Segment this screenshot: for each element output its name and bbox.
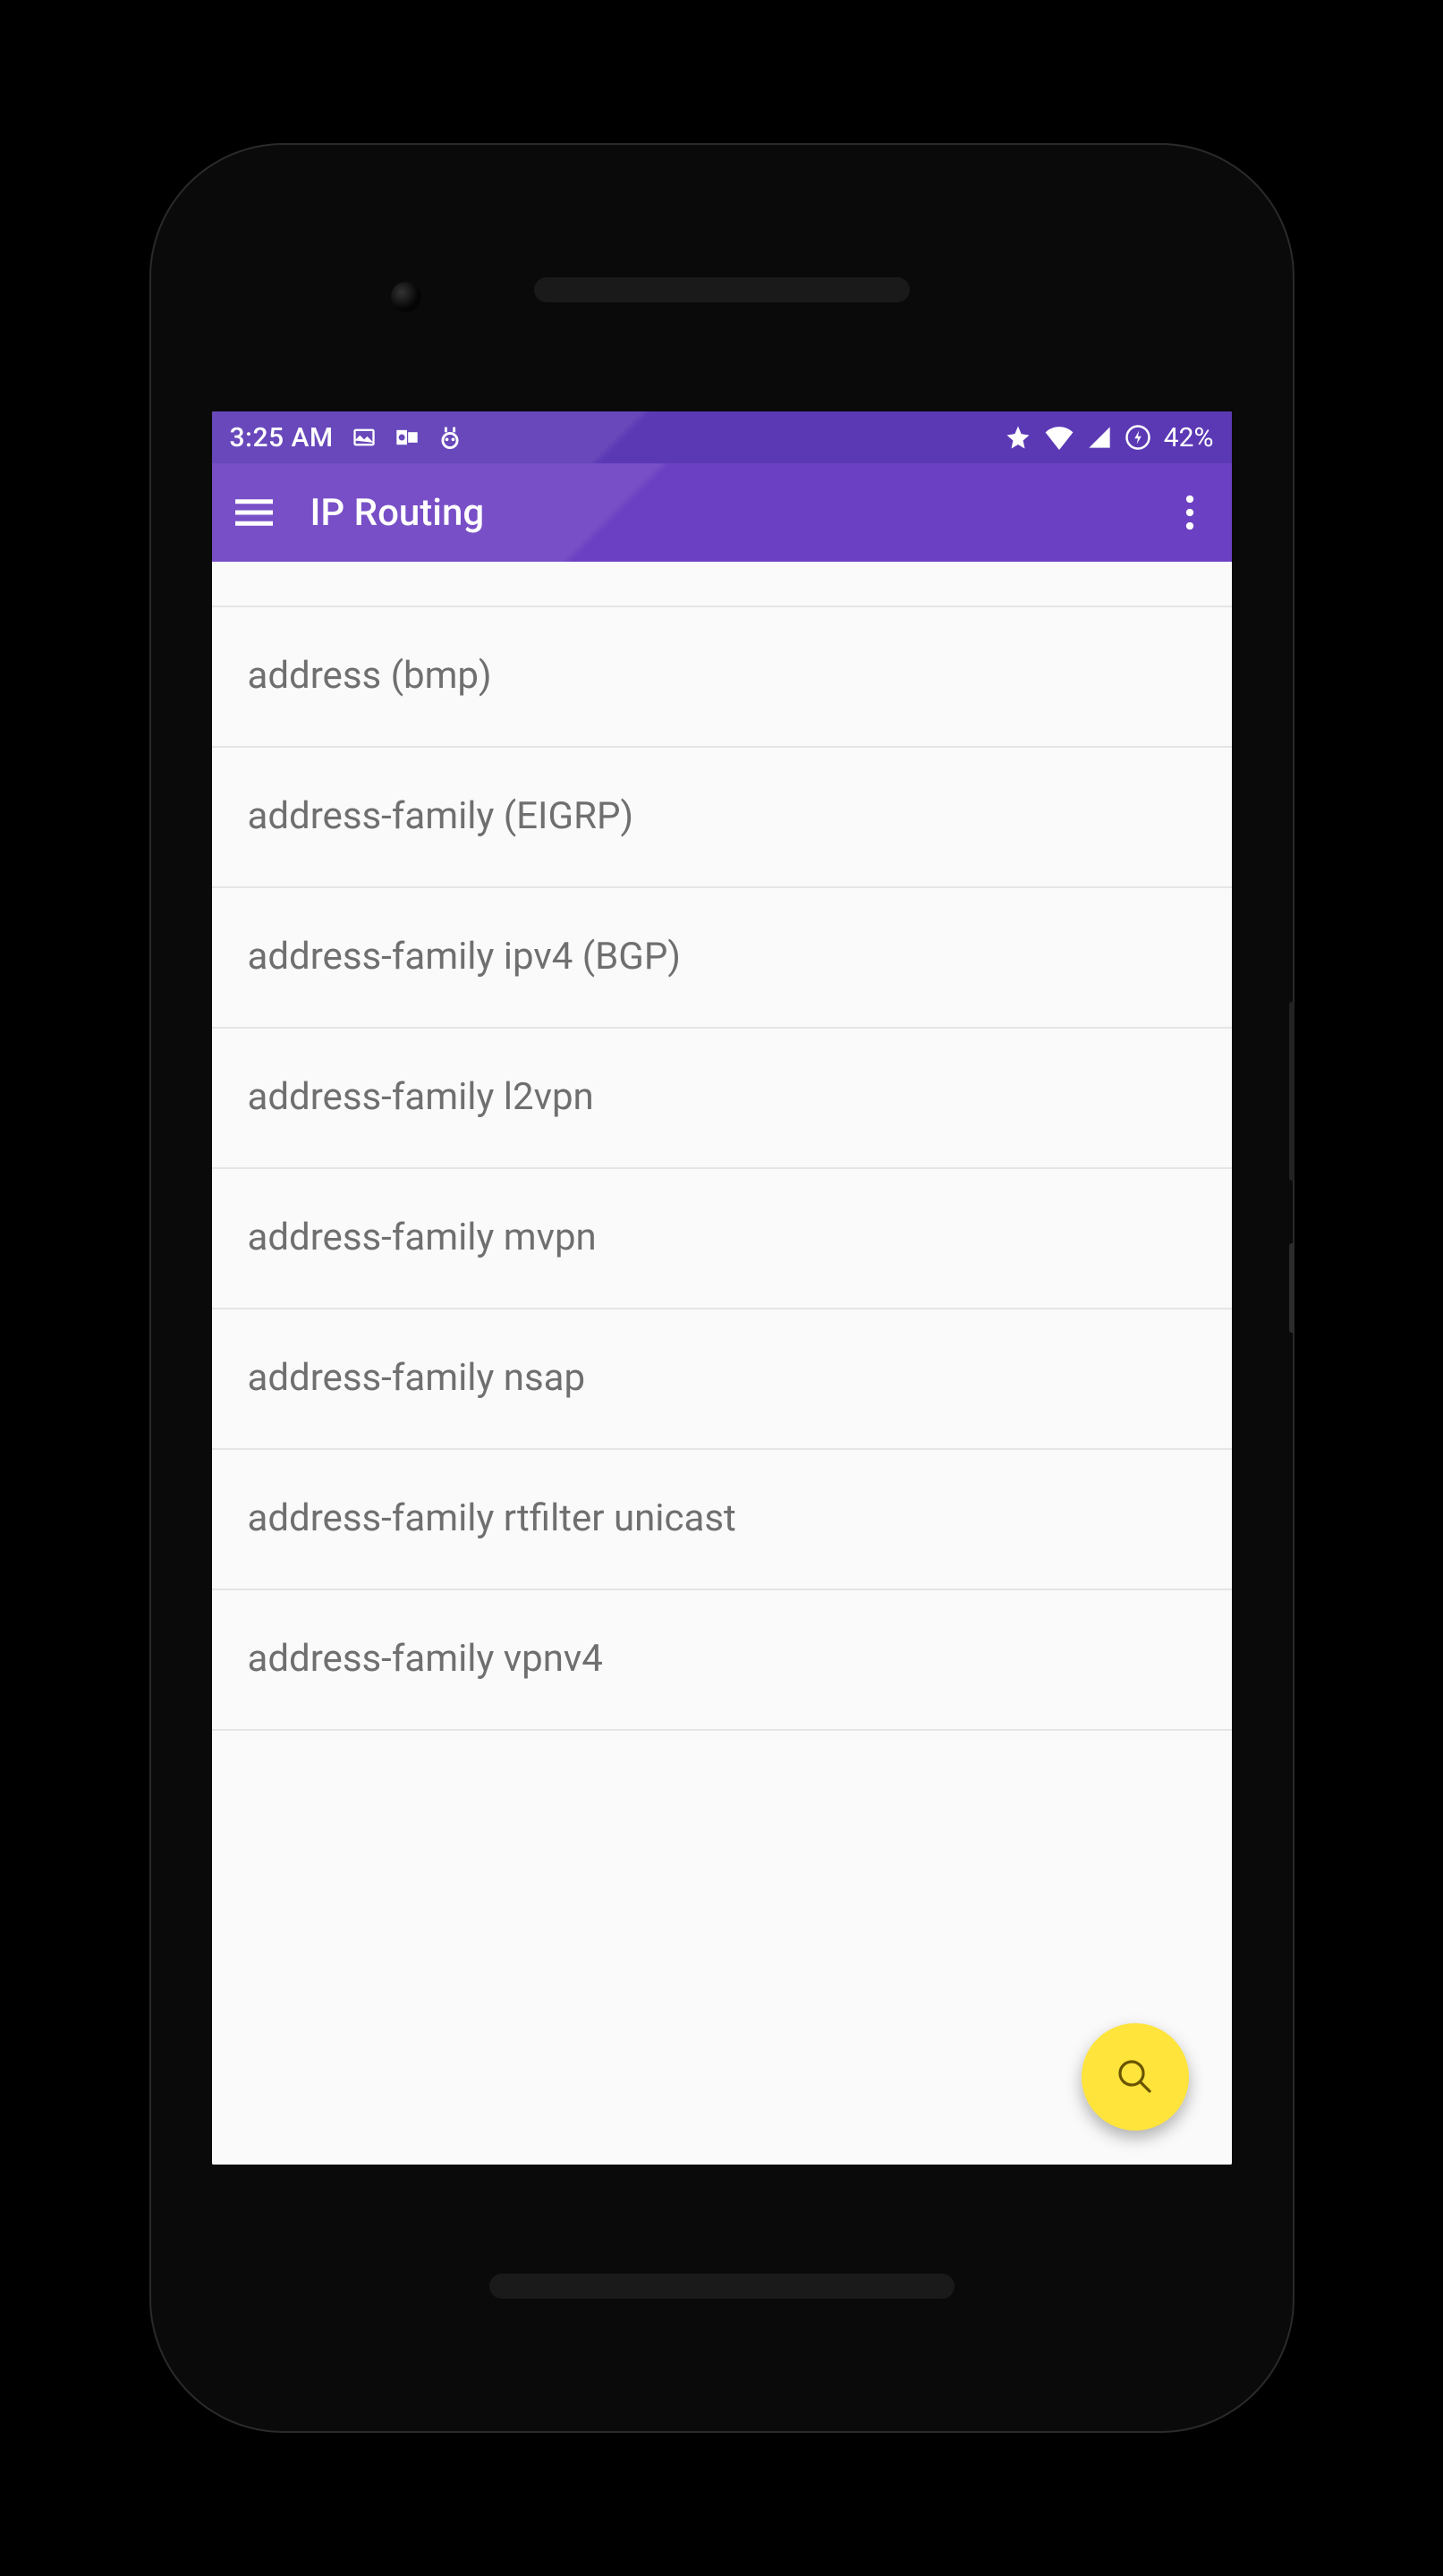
list-item[interactable]: address (bmp): [212, 607, 1232, 748]
status-bar: 3:25 AM: [212, 411, 1232, 463]
app-title: IP Routing: [310, 491, 485, 535]
list-item[interactable]: address-family ipv4 (BGP): [212, 888, 1232, 1029]
list-item[interactable]: address-family (EIGRP): [212, 748, 1232, 888]
overflow-button[interactable]: [1167, 490, 1212, 535]
list-item[interactable]: address-family vpnv4: [212, 1590, 1232, 1731]
phone-camera: [391, 282, 421, 312]
list-item-label: address-family ipv4 (BGP): [248, 935, 682, 979]
battery-circle-icon: [1125, 424, 1151, 451]
cyanogen-icon: [437, 424, 463, 451]
list-item[interactable]: additional-paths: [212, 562, 1232, 607]
phone-frame: 3:25 AM: [149, 143, 1294, 2433]
search-icon: [1114, 2055, 1157, 2098]
list-item[interactable]: address-family nsap: [212, 1309, 1232, 1450]
list-item[interactable]: address-family l2vpn: [212, 1029, 1232, 1169]
app-bar: IP Routing: [212, 463, 1232, 562]
wifi-icon: [1044, 425, 1074, 450]
list-item-label: address-family nsap: [248, 1356, 586, 1400]
list-item-label: address-family l2vpn: [248, 1075, 594, 1119]
overflow-icon: [1185, 495, 1194, 530]
battery-percent: 42%: [1164, 422, 1214, 453]
phone-power-button: [1289, 1002, 1294, 1181]
star-icon: [1005, 424, 1031, 451]
cell-signal-icon: [1087, 425, 1112, 450]
hamburger-icon: [235, 497, 273, 528]
list-item-label: address-family vpnv4: [248, 1637, 603, 1681]
list-item-label: address-family rtfilter unicast: [248, 1496, 736, 1540]
menu-button[interactable]: [232, 490, 276, 535]
list-item[interactable]: address-family rtfilter unicast: [212, 1450, 1232, 1590]
status-clock: 3:25 AM: [230, 422, 334, 453]
list-item-label: address (bmp): [248, 654, 492, 698]
list-item-label: address-family mvpn: [248, 1216, 597, 1259]
status-bar-right: 42%: [1005, 422, 1214, 453]
list-container[interactable]: additional-paths address (bmp) address-f…: [212, 562, 1232, 2165]
list-item[interactable]: address-family mvpn: [212, 1169, 1232, 1309]
search-fab[interactable]: [1082, 2023, 1189, 2131]
phone-volume-button: [1289, 1243, 1294, 1333]
device-screen: 3:25 AM: [212, 411, 1232, 2165]
list-item-label: address-family (EIGRP): [248, 794, 634, 838]
status-bar-left: 3:25 AM: [230, 422, 463, 453]
image-icon: [352, 425, 377, 450]
outlook-icon: [395, 425, 420, 450]
